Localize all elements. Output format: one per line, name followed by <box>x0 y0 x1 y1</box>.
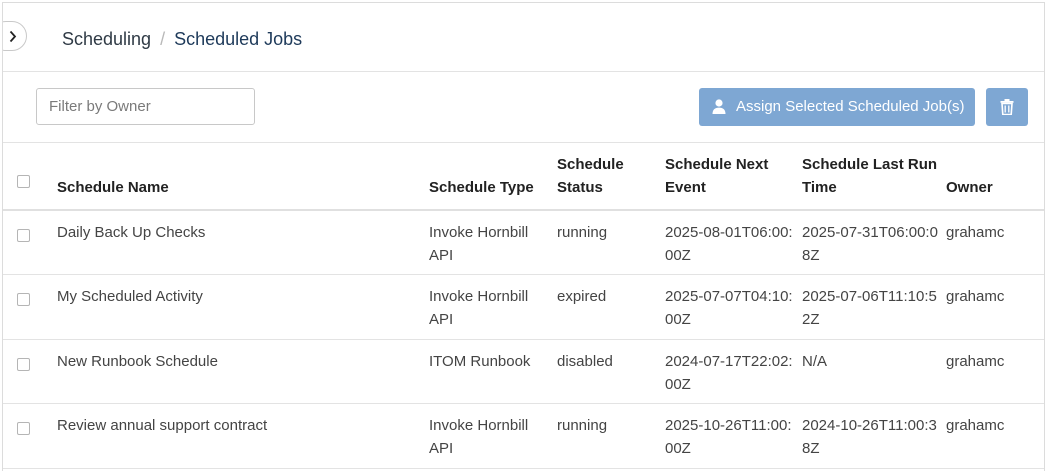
header-schedule-type[interactable]: Schedule Type <box>429 144 557 210</box>
last-run-cell: 2025-07-06T11:10:52Z <box>802 274 946 339</box>
user-icon <box>712 99 726 114</box>
scheduled-jobs-panel: Scheduling / Scheduled Jobs Assign Selecte… <box>2 2 1045 471</box>
assign-selected-label: Assign Selected Scheduled Job(s) <box>736 98 965 115</box>
owner-cell: grahamc <box>946 416 1005 434</box>
owner-cell: grahamc <box>946 224 1005 241</box>
page-header: Scheduling / Scheduled Jobs <box>3 3 1044 72</box>
last-run-value: 2025-07-06T11:10:52Z <box>802 287 937 328</box>
row-select-cell <box>3 274 57 339</box>
select-all-cell <box>3 144 57 210</box>
owner-cell: grahamc <box>946 352 1005 370</box>
page-title: Scheduled Jobs <box>174 29 303 49</box>
next-event-value: 2025-10-26T11:00:00Z <box>665 416 792 457</box>
schedule-name-cell: My Scheduled Activity <box>57 287 203 305</box>
schedule-name-cell: Review annual support contract <box>57 416 268 434</box>
header-schedule-next-event[interactable]: Schedule Next Event <box>665 144 802 210</box>
schedule-type-cell: Invoke Hornbill API <box>429 416 529 457</box>
row-select-cell <box>3 210 57 274</box>
last-run-cell: 2025-07-31T06:00:08Z <box>802 210 946 274</box>
schedule-status-cell: running <box>557 416 608 434</box>
row-select-cell <box>3 403 57 468</box>
table-row[interactable]: New Runbook Schedule ITOM Runbook disabl… <box>3 339 1044 403</box>
select-all-checkbox[interactable] <box>17 175 30 188</box>
table-row[interactable]: Review annual support contract Invoke Ho… <box>3 403 1044 468</box>
schedule-type-cell: ITOM Runbook <box>429 352 531 370</box>
sidebar-toggle-button[interactable] <box>3 21 27 51</box>
trash-icon <box>1000 99 1014 115</box>
owner-cell: grahamc <box>946 287 1005 305</box>
schedule-status-cell: expired <box>557 287 607 305</box>
table-row[interactable]: My Scheduled Activity Invoke Hornbill AP… <box>3 274 1044 339</box>
next-event-cell: 2025-07-07T04:10:00Z <box>665 274 802 339</box>
row-checkbox[interactable] <box>17 292 30 306</box>
next-event-value: 2024-07-17T22:02:00Z <box>665 352 793 393</box>
next-event-cell: 2024-07-17T22:02:00Z <box>665 339 802 403</box>
breadcrumb-separator: / <box>160 29 166 49</box>
next-event-value: 2025-07-07T04:10:00Z <box>665 287 793 328</box>
assign-selected-button[interactable]: Assign Selected Scheduled Job(s) <box>699 88 975 126</box>
table-row[interactable]: Daily Back Up Checks Invoke Hornbill API… <box>3 210 1044 274</box>
scheduled-jobs-table: Schedule Name Schedule Type Schedule Sta… <box>3 144 1044 469</box>
header-schedule-name[interactable]: Schedule Name <box>57 144 429 210</box>
row-checkbox[interactable] <box>17 229 30 242</box>
schedule-name-cell: New Runbook Schedule <box>57 352 218 370</box>
last-run-value: N/A <box>802 352 828 370</box>
row-select-cell <box>3 339 57 403</box>
schedule-type-cell: Invoke Hornbill API <box>429 224 529 264</box>
last-run-value: 2024-10-26T11:00:38Z <box>802 416 937 457</box>
table-header-row: Schedule Name Schedule Type Schedule Sta… <box>3 144 1044 210</box>
last-run-value: 2025-07-31T06:00:08Z <box>802 224 938 264</box>
row-checkbox[interactable] <box>17 421 30 435</box>
next-event-cell: 2025-10-26T11:00:00Z <box>665 403 802 468</box>
toolbar: Assign Selected Scheduled Job(s) <box>3 73 1044 143</box>
last-run-cell: N/A <box>802 339 946 403</box>
header-owner[interactable]: Owner <box>946 144 1044 210</box>
row-checkbox[interactable] <box>17 357 30 371</box>
schedule-status-cell: running <box>557 224 608 241</box>
schedule-type-cell: Invoke Hornbill API <box>429 287 529 328</box>
next-event-cell: 2025-08-01T06:00:00Z <box>665 210 802 274</box>
schedule-status-cell: disabled <box>557 352 613 370</box>
breadcrumb-scheduling-link[interactable]: Scheduling <box>62 29 151 49</box>
filter-owner-input[interactable] <box>36 88 255 125</box>
breadcrumb: Scheduling / Scheduled Jobs <box>62 28 302 50</box>
schedule-name-cell: Daily Back Up Checks <box>57 224 206 241</box>
next-event-value: 2025-08-01T06:00:00Z <box>665 224 793 264</box>
chevron-right-icon <box>9 30 17 43</box>
header-schedule-status[interactable]: Schedule Status <box>557 144 665 210</box>
last-run-cell: 2024-10-26T11:00:38Z <box>802 403 946 468</box>
delete-button[interactable] <box>986 88 1028 126</box>
header-schedule-last-run-time[interactable]: Schedule Last Run Time <box>802 144 946 210</box>
